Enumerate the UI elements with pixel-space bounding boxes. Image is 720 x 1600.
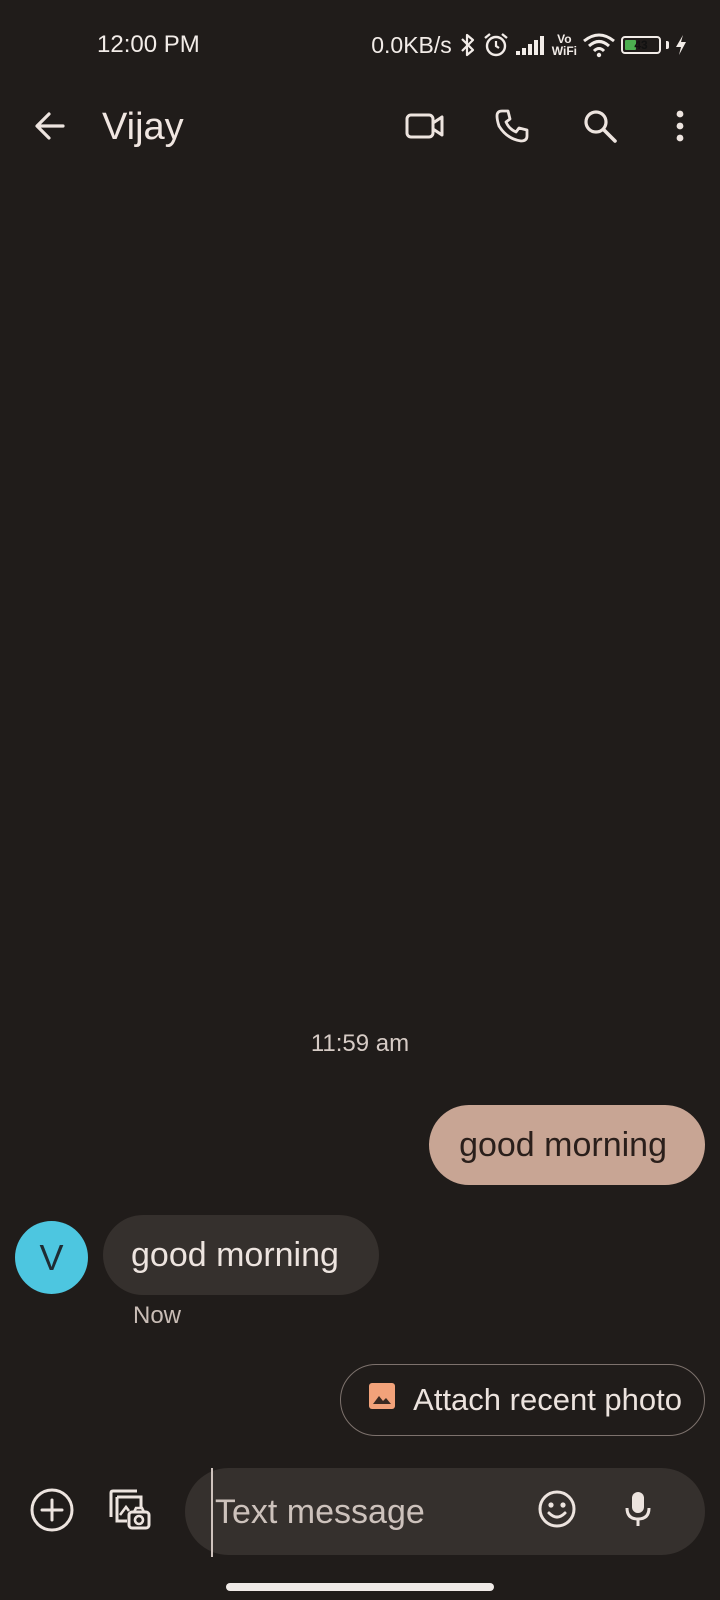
emoji-button[interactable] <box>531 1485 583 1537</box>
battery-level: 43 <box>634 38 648 52</box>
vowifi-bottom-label: WiFi <box>551 44 577 58</box>
gallery-camera-button[interactable] <box>104 1486 156 1538</box>
search-button[interactable] <box>574 102 626 154</box>
mic-icon <box>623 1489 653 1534</box>
video-call-button[interactable] <box>399 102 451 154</box>
search-icon <box>582 108 618 149</box>
conversation-timestamp: 11:59 am <box>310 1030 410 1057</box>
image-icon <box>367 1381 397 1419</box>
charging-icon <box>674 34 688 56</box>
signal-icon <box>515 34 547 56</box>
more-options-icon <box>675 109 685 148</box>
add-attachment-button[interactable] <box>26 1486 78 1538</box>
phone-icon <box>494 108 530 149</box>
back-button[interactable] <box>24 102 76 154</box>
attach-recent-photo-chip[interactable]: Attach recent photo <box>340 1364 705 1436</box>
battery-icon: 43 <box>621 36 661 54</box>
chip-label: Attach recent photo <box>413 1382 682 1417</box>
incoming-message-bubble[interactable]: good morning <box>103 1215 379 1295</box>
video-call-icon <box>405 111 445 146</box>
status-icons: 0.0KB/s Vo WiFi 43 <box>371 28 688 62</box>
phone-call-button[interactable] <box>486 102 538 154</box>
contact-name[interactable]: Vijay <box>102 106 184 149</box>
voice-input-button[interactable] <box>612 1485 664 1537</box>
messaging-screen: 12:00 PM 0.0KB/s Vo WiFi 43 Vijay 11:59 … <box>0 0 720 1600</box>
add-icon <box>29 1487 75 1538</box>
status-time: 12:00 PM <box>97 31 200 58</box>
more-options-button[interactable] <box>654 102 706 154</box>
back-arrow-icon <box>33 109 67 148</box>
home-indicator[interactable] <box>226 1583 494 1591</box>
outgoing-message-bubble[interactable]: good morning <box>429 1105 705 1185</box>
network-speed: 0.0KB/s <box>371 31 452 58</box>
bluetooth-icon <box>459 32 477 58</box>
gallery-camera-icon <box>107 1487 153 1538</box>
battery-tip <box>666 41 669 49</box>
vowifi-icon: Vo WiFi <box>552 33 577 57</box>
alarm-icon <box>482 31 510 59</box>
compose-field[interactable] <box>185 1468 705 1557</box>
app-bar: Vijay <box>0 90 720 166</box>
message-input[interactable] <box>211 1468 517 1557</box>
avatar[interactable]: V <box>15 1221 88 1294</box>
emoji-icon <box>537 1489 577 1534</box>
message-time: Now <box>133 1302 182 1329</box>
status-bar: 12:00 PM 0.0KB/s Vo WiFi 43 <box>0 0 720 90</box>
wifi-icon <box>582 32 616 58</box>
